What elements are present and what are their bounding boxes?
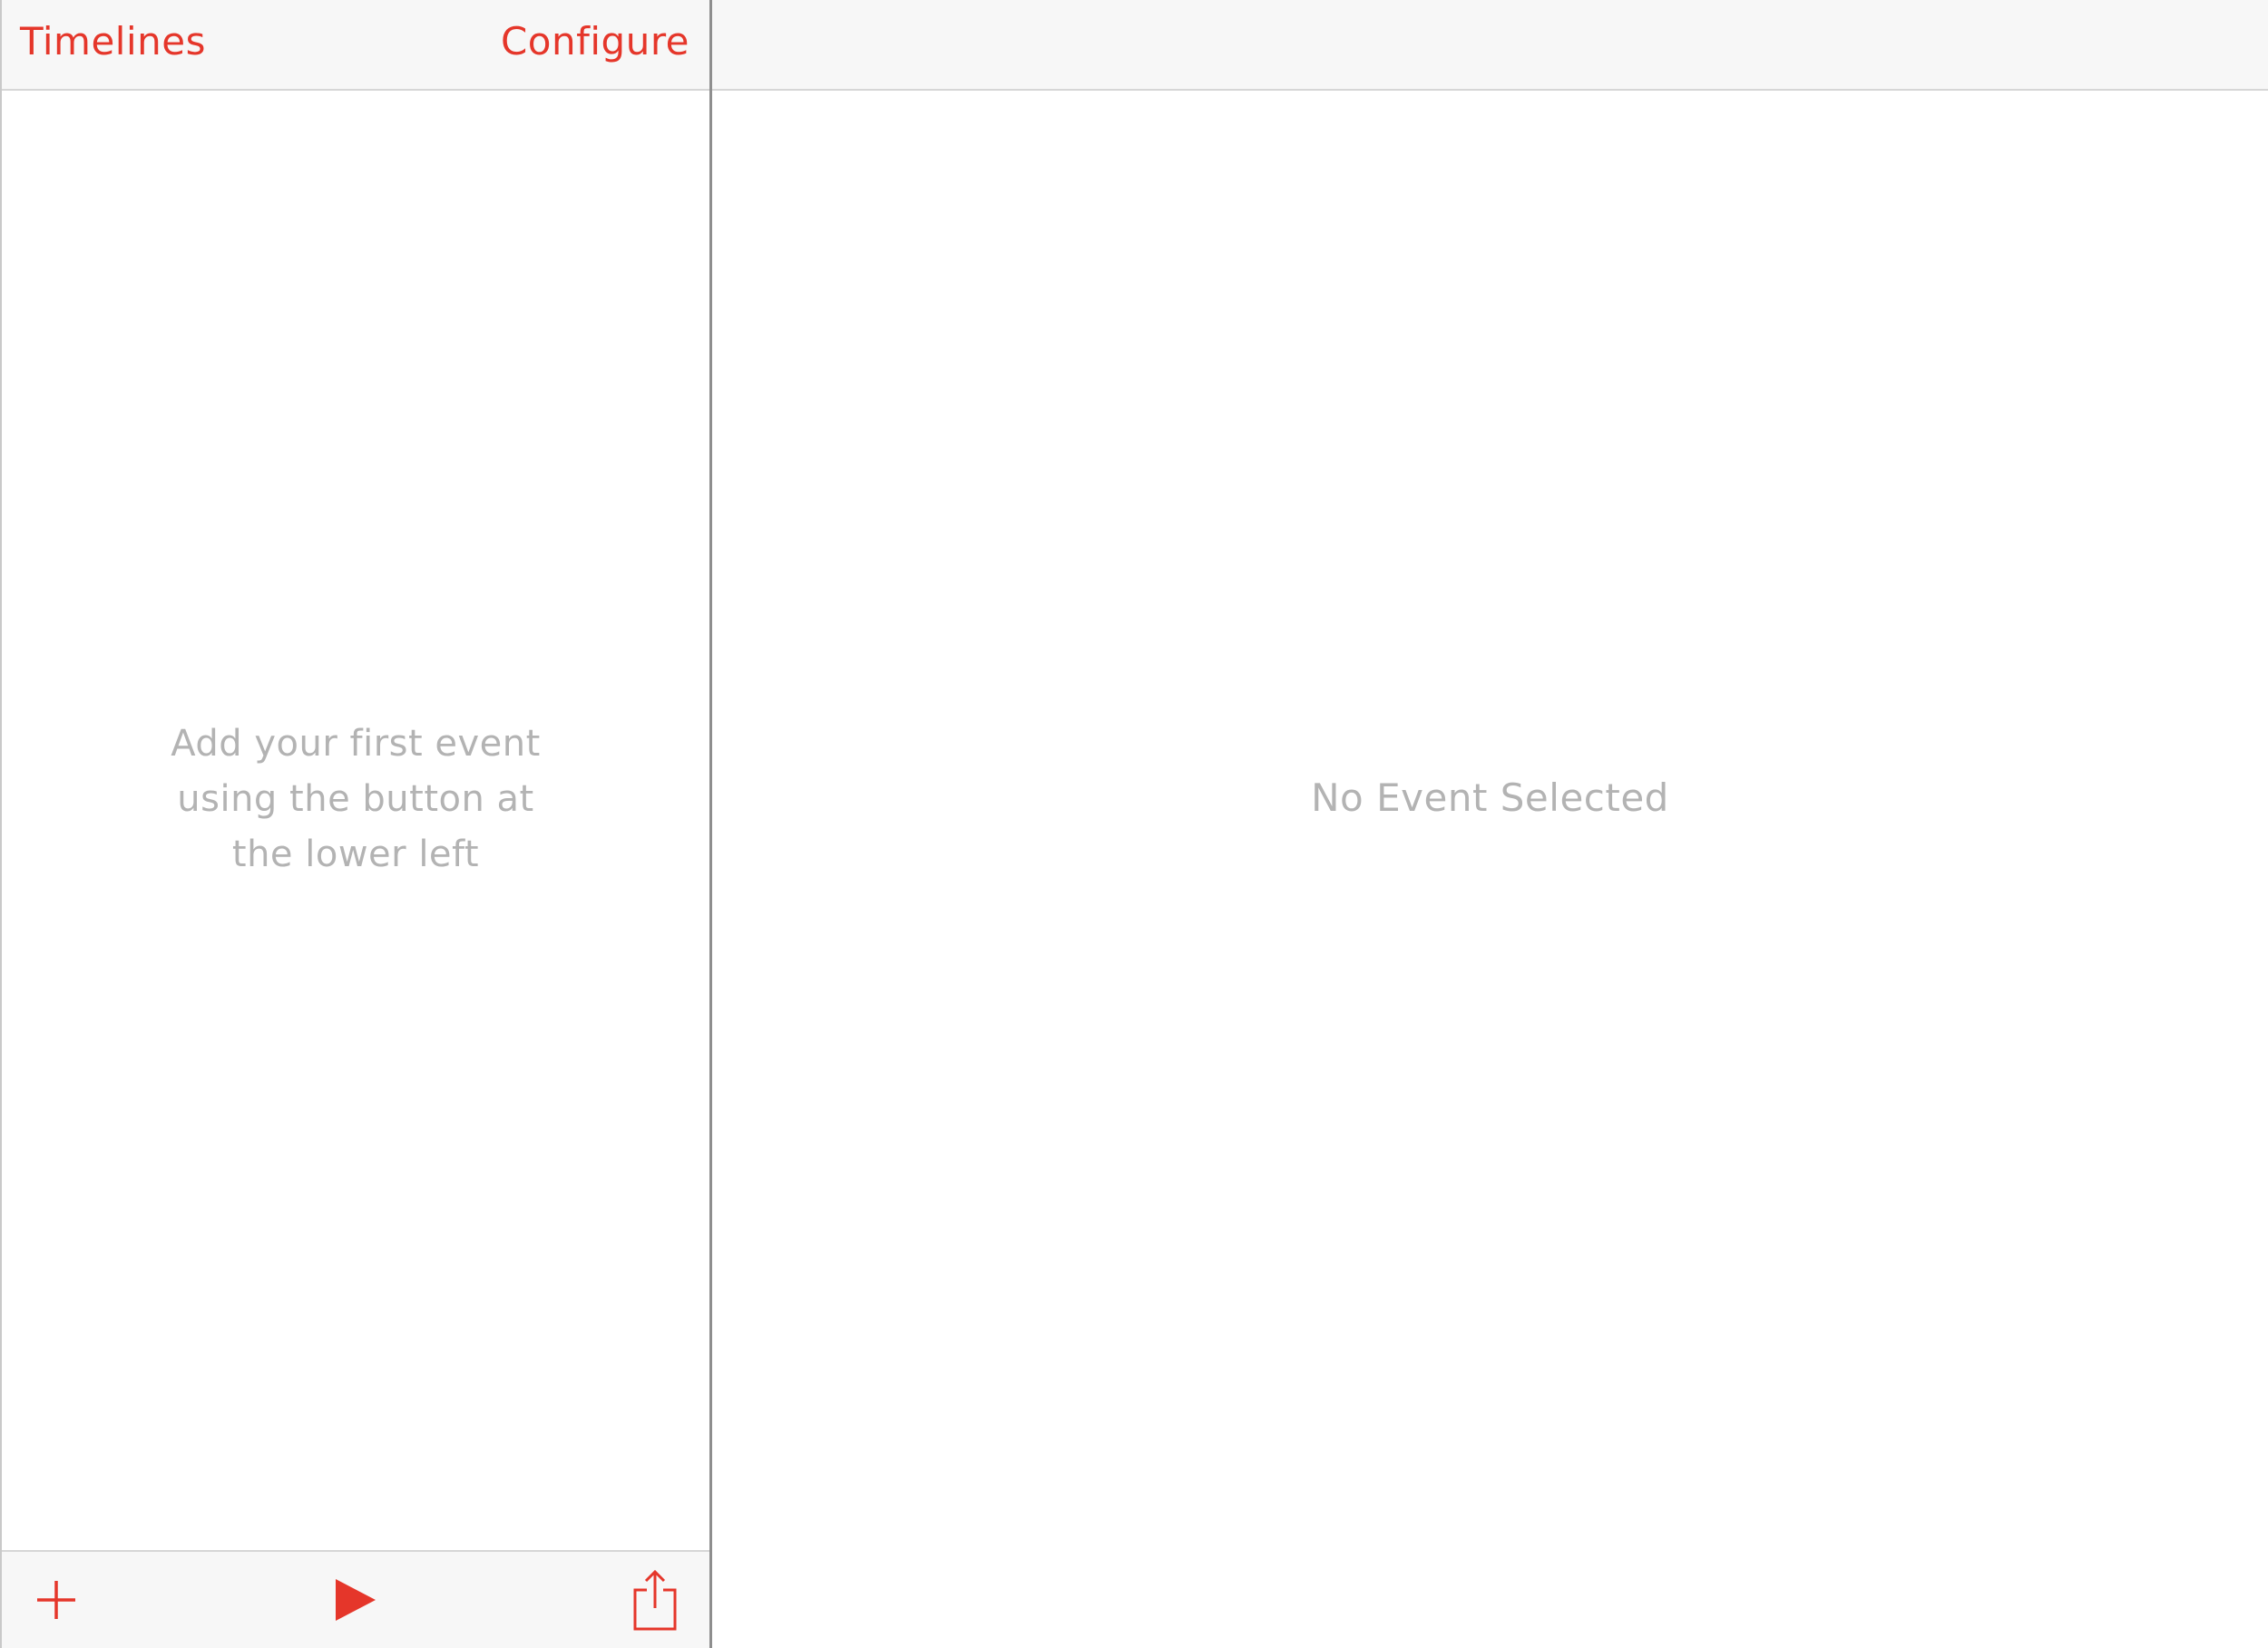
play-icon <box>336 1579 376 1621</box>
play-button[interactable] <box>319 1552 392 1648</box>
share-icon <box>633 1569 677 1631</box>
share-button[interactable] <box>619 1552 691 1648</box>
configure-button[interactable]: Configure <box>501 16 689 67</box>
sidebar: Timelines Configure Add your first event… <box>0 0 709 1648</box>
timelines-button[interactable]: Timelines <box>20 16 206 67</box>
empty-events-hint: Add your first event using the button at… <box>2 717 709 883</box>
empty-hint-line: Add your first event <box>171 723 541 765</box>
add-event-button[interactable] <box>20 1552 93 1648</box>
no-event-selected-label: No Event Selected <box>1311 775 1669 820</box>
empty-hint-line: the lower left <box>231 834 480 875</box>
empty-hint-line: using the button at <box>177 778 534 820</box>
detail-navbar <box>712 0 2268 91</box>
sidebar-navbar: Timelines Configure <box>2 0 709 91</box>
app-window: Timelines Configure Add your first event… <box>0 0 2268 1648</box>
plus-icon <box>37 1581 75 1619</box>
sidebar-toolbar <box>2 1550 709 1648</box>
detail-pane: No Event Selected <box>712 0 2268 1648</box>
